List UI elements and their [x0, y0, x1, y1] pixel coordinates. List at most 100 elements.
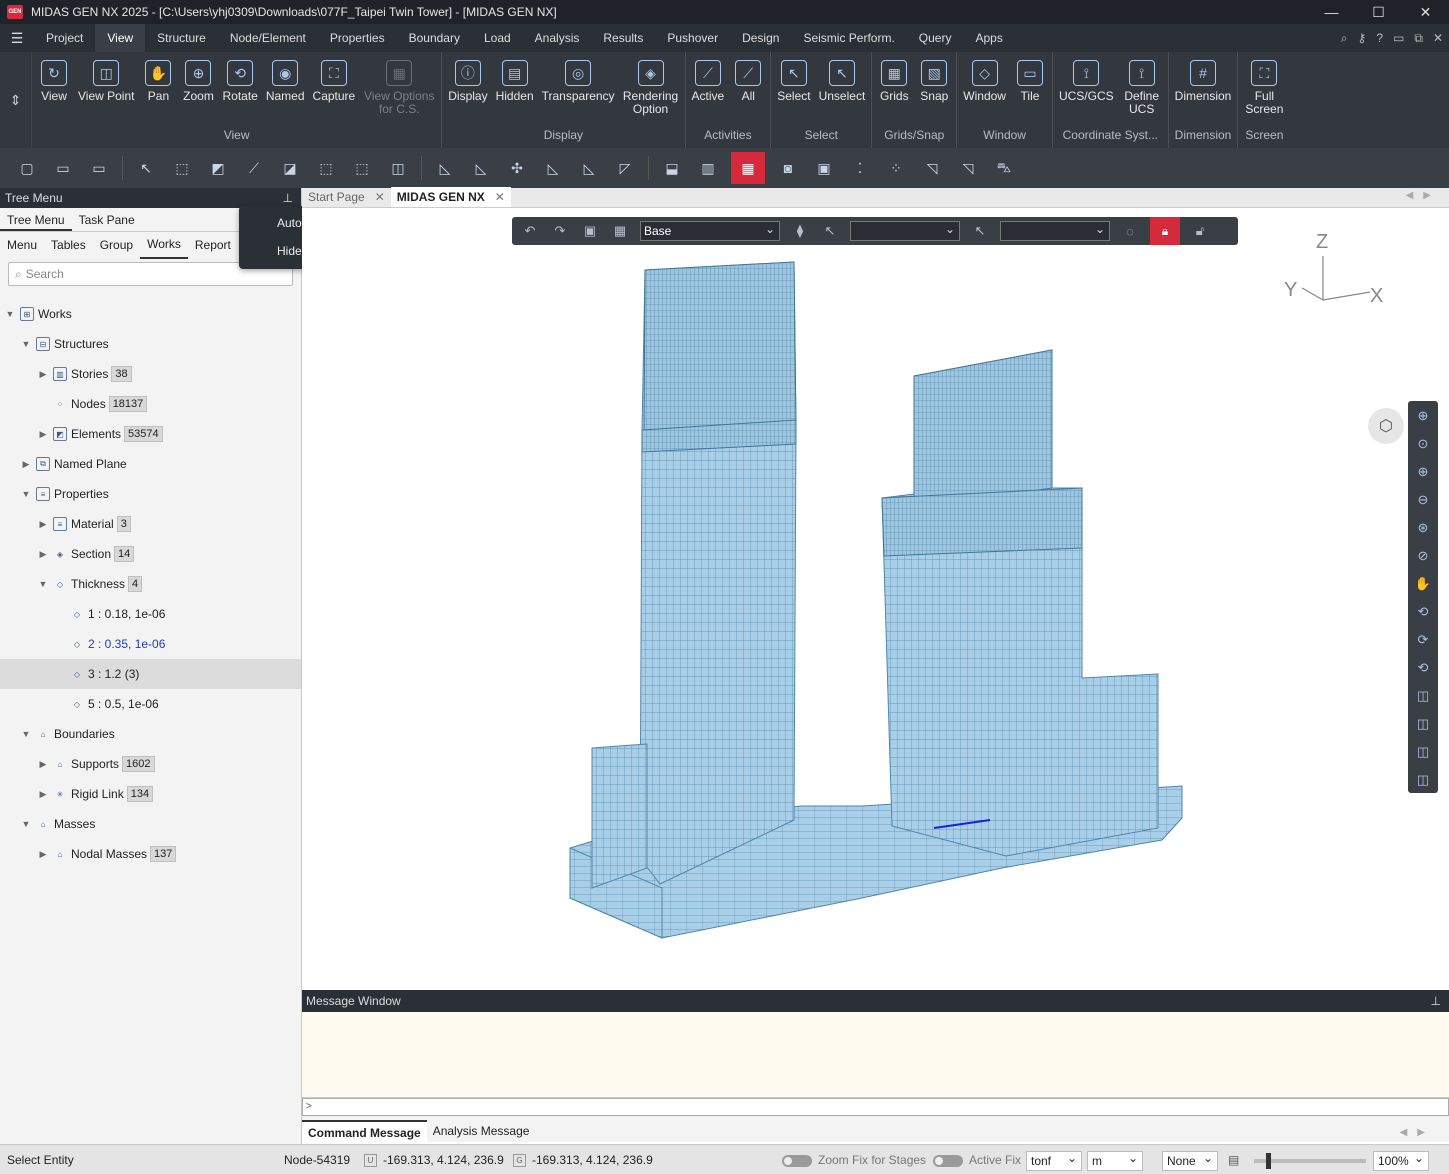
tab-structure[interactable]: Structure — [145, 24, 218, 52]
tree-item-material[interactable]: ▶ ≡ Material 3 — [0, 509, 301, 539]
zoom-level-select[interactable]: 100% — [1373, 1149, 1429, 1171]
tree-item-named-plane[interactable]: ▶ ⧉ Named Plane — [0, 449, 301, 479]
hidden-line-icon[interactable]: ⛍ — [991, 155, 1017, 181]
select-polygon-icon[interactable]: ◩ — [205, 155, 231, 181]
hamburger-menu-icon[interactable]: ☰ — [0, 30, 34, 47]
tab-analysis[interactable]: Analysis — [523, 24, 592, 52]
help-icon[interactable]: ? — [1376, 31, 1383, 46]
tree-item-thickness-5[interactable]: ◇ 5 : 0.5, 1e-06 — [0, 689, 301, 719]
view-top-icon[interactable]: ◫ — [1414, 743, 1432, 761]
open-folder-icon[interactable]: ▭ — [86, 155, 112, 181]
new-file-icon[interactable]: ▢ — [14, 155, 40, 181]
none-select[interactable]: None — [1162, 1149, 1218, 1171]
display-settings-icon[interactable]: ▤ — [1228, 1145, 1239, 1174]
zoom-out-icon[interactable]: ⊖ — [1414, 491, 1432, 509]
rotate-3d-icon[interactable]: ⟲ — [1414, 603, 1432, 621]
grids-button[interactable]: ▦ Grids — [874, 52, 914, 128]
dimension-button[interactable]: # Dimension — [1171, 52, 1236, 128]
view-cube-icon[interactable]: ⬡ — [1368, 408, 1404, 444]
unselect-window-icon[interactable]: ◺ — [468, 155, 494, 181]
zoom-button[interactable]: ⊕ Zoom — [178, 52, 218, 128]
tab-pushover[interactable]: Pushover — [655, 24, 730, 52]
tab-task-pane[interactable]: Task Pane — [72, 208, 142, 231]
transparency-button[interactable]: ◎ Transparency — [538, 52, 619, 128]
define-ucs-button[interactable]: ⟟ Define UCS — [1118, 52, 1166, 128]
subtab-menu[interactable]: Menu — [0, 232, 44, 258]
tree-item-properties[interactable]: ▼ ≡ Properties — [0, 479, 301, 509]
ribbon-toggle-icon[interactable]: ⇕ — [0, 52, 32, 148]
doc-tab-midas-gen-nx[interactable]: MIDAS GEN NX ✕ — [390, 187, 511, 207]
view-button[interactable]: ↻ View — [34, 52, 74, 128]
tab-load[interactable]: Load — [472, 24, 523, 52]
unselect-single-icon[interactable]: ◺ — [432, 155, 458, 181]
unselect-polygon-icon[interactable]: ✣ — [504, 155, 530, 181]
select-volume-icon[interactable]: ⬚ — [313, 155, 339, 181]
tab-command-message[interactable]: Command Message — [302, 1120, 427, 1142]
select-button[interactable]: ↖ Select — [773, 52, 814, 128]
subtab-works[interactable]: Works — [140, 231, 188, 259]
select-all-icon[interactable]: ◫ — [385, 155, 411, 181]
tree-item-stories[interactable]: ▶ ▥ Stories 38 — [0, 359, 301, 389]
pan-button[interactable]: ✋ Pan — [138, 52, 178, 128]
select-plane-icon[interactable]: ◪ — [277, 155, 303, 181]
pin-icon[interactable]: ⊥ — [1431, 990, 1441, 1012]
doc-restore-icon[interactable]: ⧉ — [1414, 31, 1423, 46]
tab-results[interactable]: Results — [591, 24, 655, 52]
open-file-icon[interactable]: ▭ — [50, 155, 76, 181]
select-intersect-icon[interactable]: ⟋ — [241, 155, 267, 181]
maximize-icon[interactable]: ☐ — [1355, 0, 1402, 24]
tab-analysis-message[interactable]: Analysis Message — [427, 1120, 536, 1142]
tab-seismic-perform[interactable]: Seismic Perform. — [791, 24, 906, 52]
subtab-tables[interactable]: Tables — [44, 232, 93, 258]
tab-design[interactable]: Design — [730, 24, 791, 52]
doc-close-icon[interactable]: ✕ — [1433, 31, 1443, 46]
activate-icon[interactable]: ⬓ — [659, 155, 685, 181]
tab-apps[interactable]: Apps — [963, 24, 1014, 52]
grid-view-icon[interactable]: ▥ — [695, 155, 721, 181]
pan-hand-icon[interactable]: ✋ — [1414, 575, 1432, 593]
zoom-all-icon[interactable]: ⊛ — [1414, 519, 1432, 537]
zoom-fit-icon[interactable]: ⊕ — [1414, 407, 1432, 425]
key-icon[interactable]: ⚷ — [1358, 31, 1367, 46]
unselect-volume-icon[interactable]: ◺ — [576, 155, 602, 181]
node-number-icon[interactable]: ⁚ — [847, 155, 873, 181]
tab-tree-menu[interactable]: Tree Menu — [0, 208, 72, 231]
force-unit-select[interactable]: tonf — [1026, 1149, 1082, 1171]
tree-item-thickness-3[interactable]: ◇ 3 : 1.2 (3) — [0, 659, 301, 689]
model-viewport[interactable]: ↶ ↷ ▣ ▦ Base ⧫ ↖ ↖ ◌ 🔒︎ 🔓︎ Z Y X — [302, 208, 1449, 990]
search-icon[interactable]: ⌕ — [1341, 31, 1348, 46]
tree-item-nodal-masses[interactable]: ▶ ⌂ Nodal Masses 137 — [0, 839, 301, 869]
tree-item-boundaries[interactable]: ▼ ⌂ Boundaries — [0, 719, 301, 749]
subtab-group[interactable]: Group — [93, 232, 140, 258]
hidden-button[interactable]: ▤ Hidden — [492, 52, 538, 128]
tree-item-rigid-link[interactable]: ▶ ✳ Rigid Link 134 — [0, 779, 301, 809]
ucs-gcs-button[interactable]: ⟟ UCS/GCS — [1055, 52, 1118, 128]
zoom-selected-icon[interactable]: ⊘ — [1414, 547, 1432, 565]
tab-properties[interactable]: Properties — [318, 24, 397, 52]
zoom-in-icon[interactable]: ⊕ — [1414, 463, 1432, 481]
tree-item-thickness-2[interactable]: ◇ 2 : 0.35, 1e-06 — [0, 629, 301, 659]
tab-project[interactable]: Project — [34, 24, 95, 52]
tab-query[interactable]: Query — [907, 24, 964, 52]
perspective-icon[interactable]: ◹ — [955, 155, 981, 181]
zoom-fix-toggle[interactable] — [782, 1154, 812, 1167]
tree-item-supports[interactable]: ▶ ⌂ Supports 1602 — [0, 749, 301, 779]
length-unit-select[interactable]: m — [1087, 1149, 1143, 1171]
rotate-button[interactable]: ⟲ Rotate — [218, 52, 261, 128]
tab-node-element[interactable]: Node/Element — [218, 24, 318, 52]
unselect-plane-icon[interactable]: ◺ — [540, 155, 566, 181]
select-previous-icon[interactable]: ⬚ — [349, 155, 375, 181]
display-button[interactable]: ⓘ Display — [444, 52, 491, 128]
active-button[interactable]: ⟋ Active — [688, 52, 729, 128]
snap-button[interactable]: ▧ Snap — [914, 52, 954, 128]
display-node-icon[interactable]: ◙ — [775, 155, 801, 181]
subtab-report[interactable]: Report — [188, 232, 238, 258]
pin-icon[interactable]: ⊥ — [283, 188, 293, 208]
close-tab-icon[interactable]: ✕ — [495, 187, 505, 207]
view-front-icon[interactable]: ◫ — [1414, 715, 1432, 733]
tree-item-section[interactable]: ▶ ◈ Section 14 — [0, 539, 301, 569]
tree-item-masses[interactable]: ▼ ⌂ Masses — [0, 809, 301, 839]
select-window-icon[interactable]: ⬚ — [169, 155, 195, 181]
view-side-icon[interactable]: ◫ — [1414, 771, 1432, 789]
tree-item-nodes[interactable]: ⁘ Nodes 18137 — [0, 389, 301, 419]
